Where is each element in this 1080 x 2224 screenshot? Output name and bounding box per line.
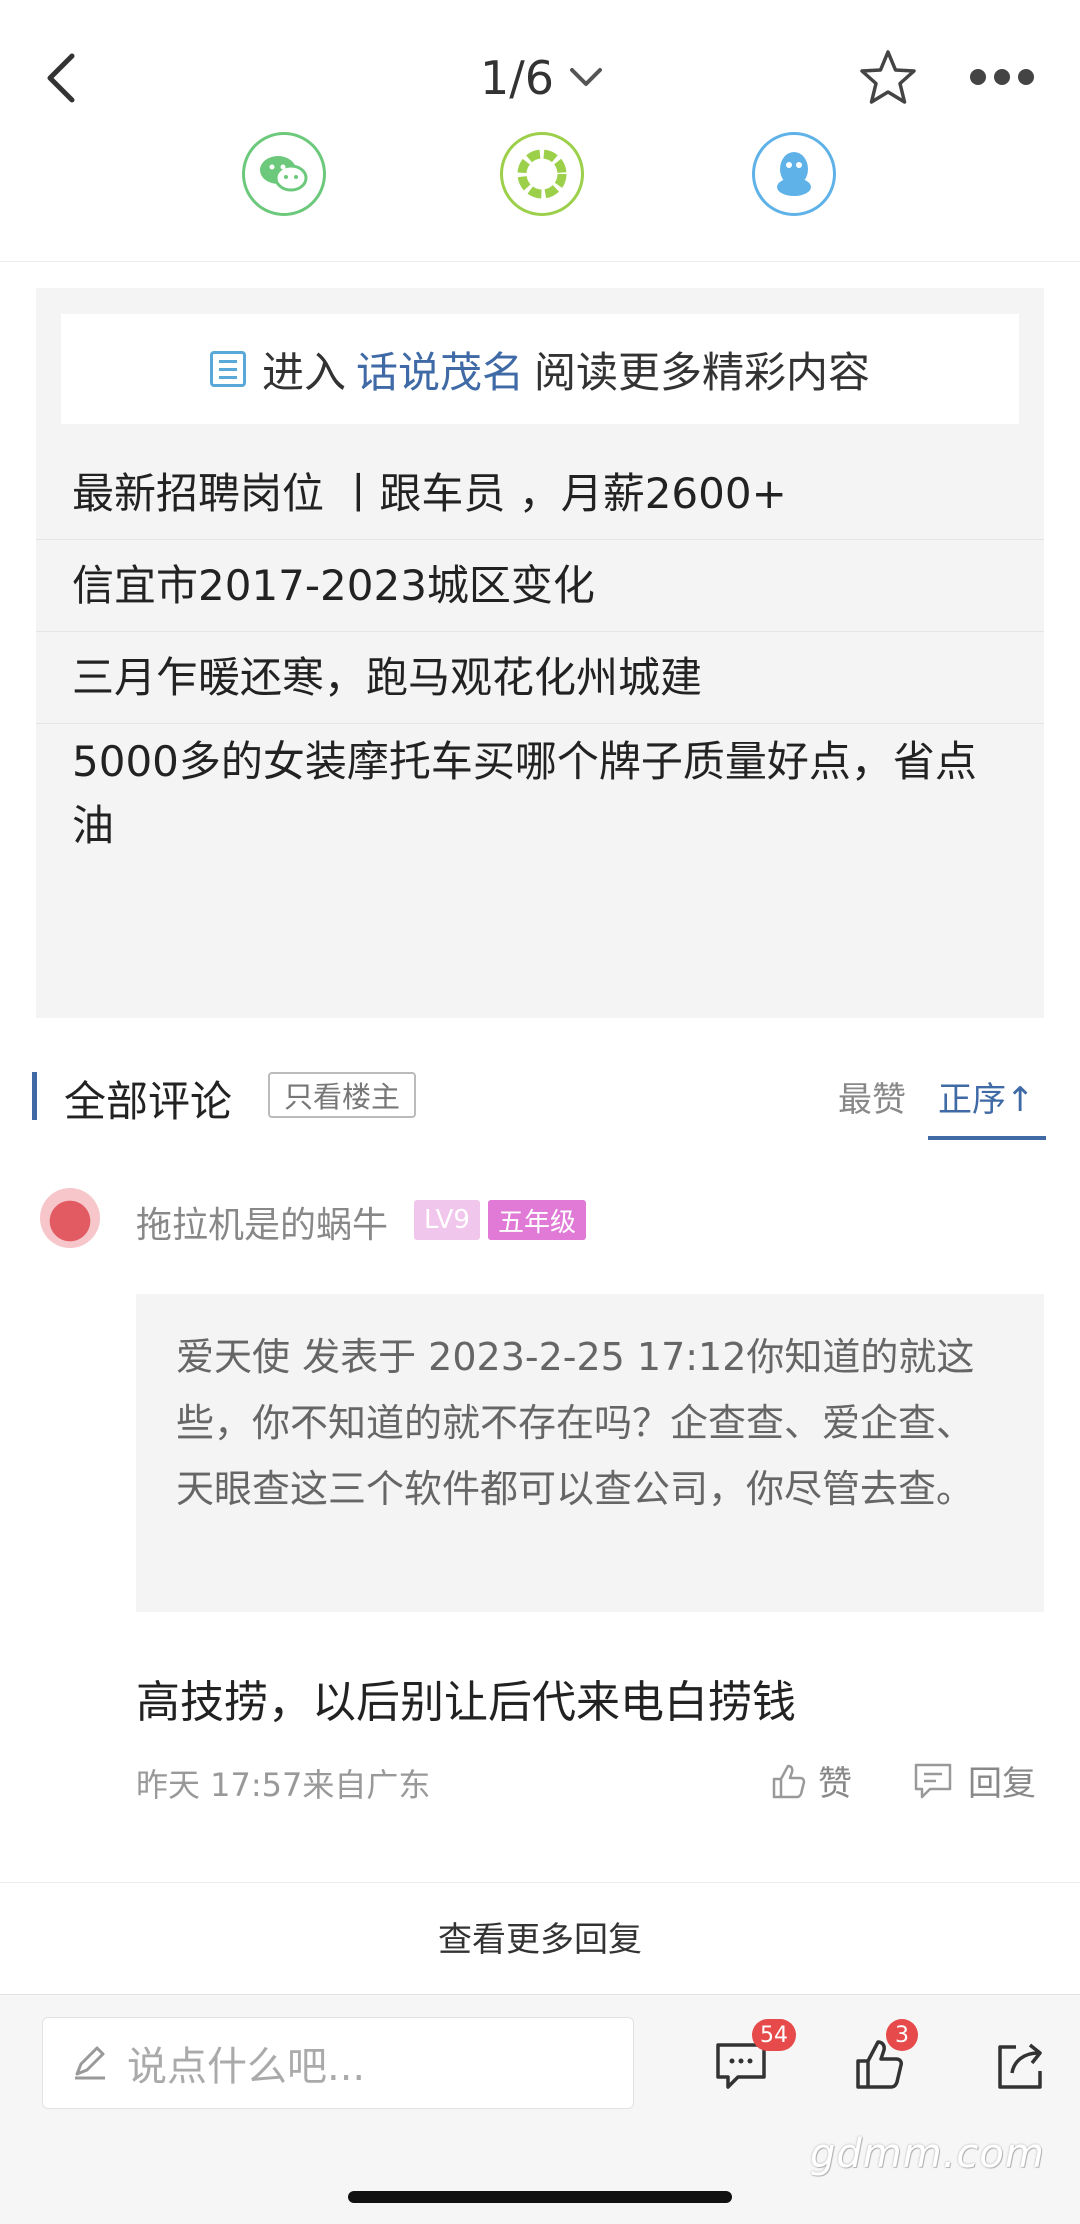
comment-text: 高技捞，以后别让后代来电白捞钱 (136, 1677, 796, 1728)
only-op-button[interactable]: 只看楼主 (268, 1072, 417, 1118)
home-indicator (348, 2191, 732, 2203)
like-label: 赞 (818, 1764, 852, 1804)
comment-input[interactable]: 说点什么吧... (42, 2017, 634, 2109)
comment-count-badge: 54 (752, 2019, 796, 2051)
enter-suffix: 阅读更多精彩内容 (534, 347, 871, 397)
sort-arrow-icon: ↑ (1006, 1080, 1035, 1120)
avatar[interactable] (40, 1188, 100, 1248)
related-list: 最新招聘岗位 丨跟车员 ，月薪2600+ 信宜市2017-2023城区变化 三月… (36, 448, 1044, 860)
reply-button[interactable]: 回复 (912, 1756, 1036, 1805)
enter-circle-banner[interactable]: 进入 话说茂名 阅读更多精彩内容 (61, 314, 1019, 424)
pencil-icon (75, 2046, 105, 2080)
level-badge: LV9 (414, 1200, 480, 1240)
back-icon[interactable] (34, 48, 94, 108)
related-item[interactable]: 5000多的女装摩托车买哪个牌子质量好点，省点油 (36, 724, 1044, 860)
bottom-action-bar: 说点什么吧... 54 3 gdmm.com (0, 1994, 1080, 2224)
more-options-icon[interactable] (970, 64, 1034, 90)
reply-bubble-icon (914, 1763, 952, 1798)
grade-badge: 五年级 (488, 1200, 587, 1240)
comments-button[interactable]: 54 (712, 2019, 796, 2095)
sort-most-liked-tab[interactable]: 最赞 (838, 1072, 906, 1121)
sort-ascending-tab[interactable]: 正序↑ (938, 1072, 1035, 1121)
comments-title: 全部评论 (64, 1077, 233, 1126)
share-row (0, 132, 1080, 262)
document-icon (209, 351, 246, 387)
active-tab-indicator (928, 1136, 1046, 1140)
sort-ascending-label: 正序 (938, 1080, 1006, 1120)
quoted-post: 爱天使 发表于 2023-2-25 17:12你知道的就这些，你不知道的就不存在… (136, 1294, 1044, 1612)
top-nav-bar: 1/6 (0, 0, 1080, 150)
like-post-button[interactable]: 3 (850, 2019, 918, 2095)
comment-timestamp: 昨天 17:57来自广东 (136, 1766, 431, 1804)
wechat-icon[interactable] (242, 132, 326, 216)
divider (0, 1882, 1080, 1883)
like-button[interactable]: 赞 (768, 1756, 852, 1805)
section-marker (32, 1072, 37, 1120)
comment-username[interactable]: 拖拉机是的蜗牛 (136, 1196, 388, 1248)
view-more-replies-button[interactable]: 查看更多回复 (0, 1912, 1080, 1961)
related-item[interactable]: 信宜市2017-2023城区变化 (36, 540, 1044, 632)
reply-label: 回复 (968, 1764, 1036, 1804)
related-item[interactable]: 三月乍暖还寒，跑马观花化州城建 (36, 632, 1044, 724)
chevron-down-icon (570, 68, 603, 86)
thumbs-up-icon (772, 1764, 806, 1798)
share-button[interactable] (990, 2035, 1050, 2095)
page-indicator: 1/6 (480, 51, 555, 105)
qq-icon[interactable] (752, 132, 836, 216)
comments-header: 全部评论 只看楼主 最赞 正序↑ (0, 1060, 1080, 1150)
favorite-star-icon[interactable] (856, 46, 920, 110)
moments-icon[interactable] (500, 132, 584, 216)
input-placeholder: 说点什么吧... (127, 2044, 366, 2090)
like-count-badge: 3 (886, 2019, 918, 2051)
enter-prefix: 进入 (261, 347, 346, 397)
page-selector[interactable]: 1/6 (480, 46, 604, 110)
watermark: gdmm.com (810, 2131, 1045, 2177)
related-posts-panel: 进入 话说茂名 阅读更多精彩内容 最新招聘岗位 丨跟车员 ，月薪2600+ 信宜… (36, 288, 1044, 1018)
related-item[interactable]: 最新招聘岗位 丨跟车员 ，月薪2600+ (36, 448, 1044, 540)
circle-name-link[interactable]: 话说茂名 (356, 339, 524, 400)
share-icon (998, 2043, 1042, 2089)
